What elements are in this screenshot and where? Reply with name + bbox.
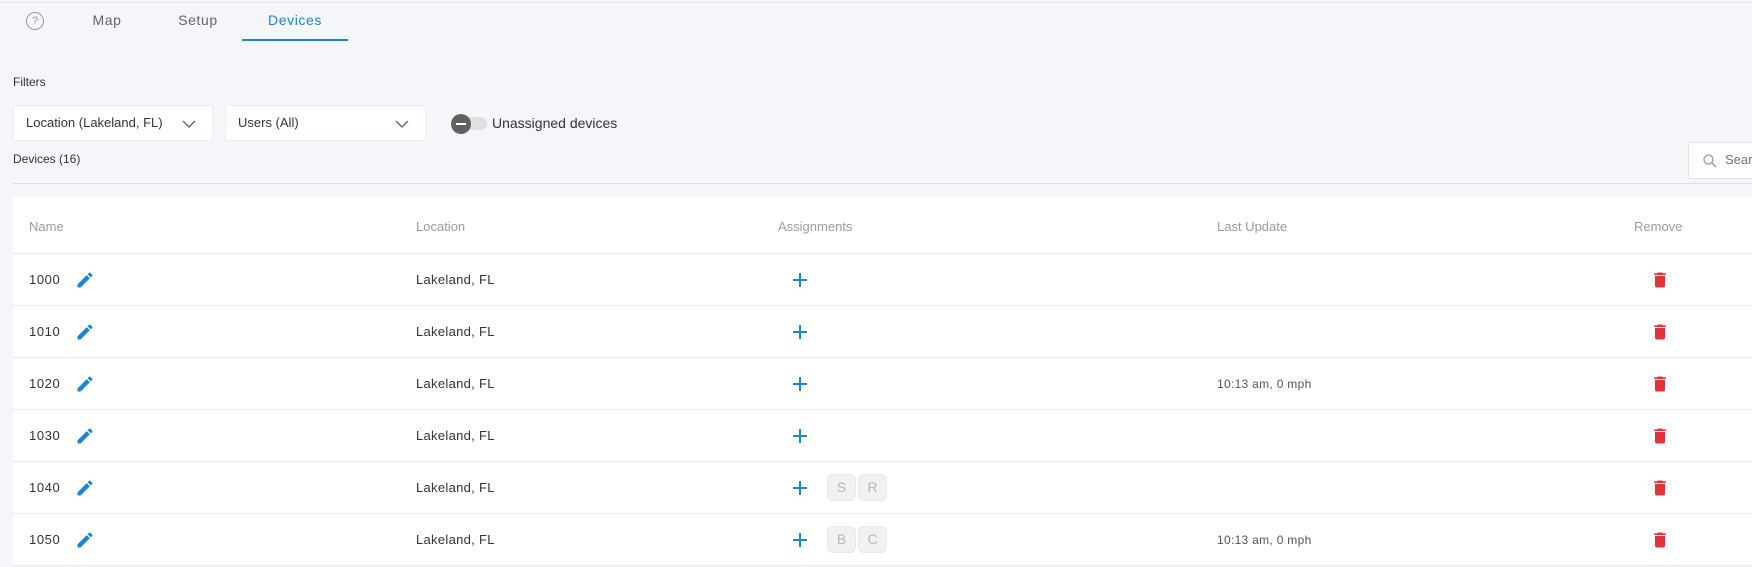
plus-icon[interactable] [792,428,808,444]
device-name: 1030 [29,428,61,443]
chevron-down-icon [182,120,196,128]
edit-icon[interactable] [75,270,95,290]
header-remove: Remove [1634,219,1683,234]
filters-label: Filters [13,75,46,89]
table-row: 1030 Lakeland, FL [13,410,1752,462]
users-filter-dropdown[interactable]: Users (All) [225,105,426,141]
table-row: 1000 Lakeland, FL [13,254,1752,306]
trash-icon[interactable] [1650,322,1670,342]
assignment-chip[interactable]: C [858,526,887,553]
devices-count-label: Devices (16) [13,152,81,166]
unassigned-devices-toggle[interactable] [451,114,487,134]
plus-icon[interactable] [792,480,808,496]
header-name[interactable]: Name [29,219,64,234]
assignment-chips: BC [827,526,887,553]
edit-icon[interactable] [75,322,95,342]
table-header: Name Location Assignments Last Update Re… [13,197,1752,254]
tab-map[interactable]: Map [82,3,132,41]
plus-icon[interactable] [792,376,808,392]
search-icon [1703,154,1717,168]
unassigned-devices-label: Unassigned devices [492,115,618,131]
tab-setup[interactable]: Setup [170,3,226,41]
table-row: 1010 Lakeland, FL [13,306,1752,358]
tab-devices[interactable]: Devices [242,3,348,41]
device-location: Lakeland, FL [416,532,495,547]
assignment-chip[interactable]: S [827,474,856,501]
table-body: 1000 Lakeland, FL 1010 Lakeland, FL 1020 [13,254,1752,566]
trash-icon[interactable] [1650,374,1670,394]
last-update: 10:13 am, 0 mph [1217,377,1312,391]
assignment-chip[interactable]: R [858,474,887,501]
last-update: 10:13 am, 0 mph [1217,533,1312,547]
device-name: 1010 [29,324,61,339]
table-row: 1040 Lakeland, FL SR [13,462,1752,514]
header-last-update[interactable]: Last Update [1217,219,1287,234]
toggle-knob [451,114,471,134]
devices-table: Name Location Assignments Last Update Re… [13,197,1752,566]
chevron-down-icon [395,120,409,128]
edit-icon[interactable] [75,478,95,498]
location-filter-dropdown[interactable]: Location (Lakeland, FL) [13,105,213,141]
trash-icon[interactable] [1650,478,1670,498]
search-box[interactable] [1688,142,1752,179]
trash-icon[interactable] [1650,530,1670,550]
edit-icon[interactable] [75,530,95,550]
plus-icon[interactable] [792,272,808,288]
device-name: 1050 [29,532,61,547]
location-filter-value: Location (Lakeland, FL) [26,115,163,130]
device-name: 1020 [29,376,61,391]
device-location: Lakeland, FL [416,480,495,495]
header-assignments[interactable]: Assignments [778,219,852,234]
table-row: 1020 Lakeland, FL 10:13 am, 0 mph [13,358,1752,410]
trash-icon[interactable] [1650,426,1670,446]
device-location: Lakeland, FL [416,272,495,287]
divider [13,183,1752,184]
search-input[interactable] [1725,152,1752,167]
plus-icon[interactable] [792,324,808,340]
device-location: Lakeland, FL [416,324,495,339]
table-row: 1050 Lakeland, FL BC 10:13 am, 0 mph [13,514,1752,566]
header-location[interactable]: Location [416,219,465,234]
device-name: 1040 [29,480,61,495]
assignment-chips: SR [827,474,887,501]
device-name: 1000 [29,272,61,287]
edit-icon[interactable] [75,426,95,446]
device-location: Lakeland, FL [416,376,495,391]
plus-icon[interactable] [792,532,808,548]
trash-icon[interactable] [1650,270,1670,290]
device-location: Lakeland, FL [416,428,495,443]
edit-icon[interactable] [75,374,95,394]
assignment-chip[interactable]: B [827,526,856,553]
users-filter-value: Users (All) [238,115,299,130]
tab-bar: ? Map Setup Devices [0,3,1752,41]
help-icon[interactable]: ? [26,12,44,30]
